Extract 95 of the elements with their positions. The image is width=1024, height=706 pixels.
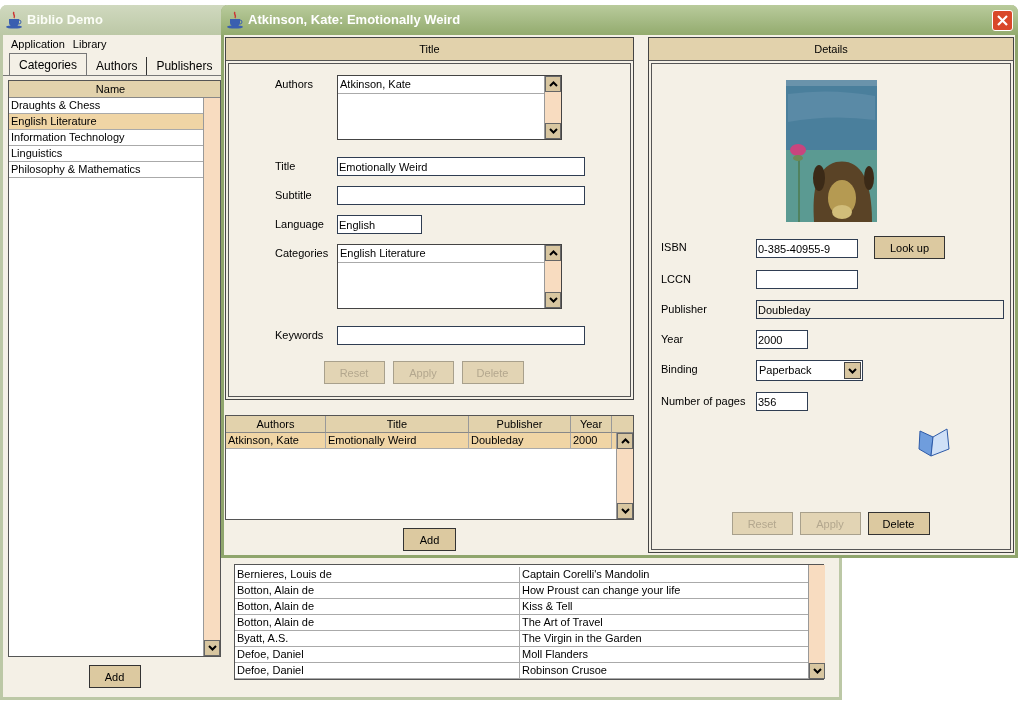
table-row[interactable]: Philosophy & Mathematics	[9, 162, 203, 178]
chevron-down-icon	[620, 508, 630, 514]
text-field[interactable]: 2000	[756, 330, 808, 349]
window-title: Atkinson, Kate: Emotionally Weird	[248, 12, 461, 28]
list-item[interactable]: Atkinson, Kate	[338, 76, 544, 94]
panel-heading: Details	[649, 38, 1013, 61]
scrollbar[interactable]	[544, 245, 561, 308]
text-field[interactable]: English	[337, 215, 422, 234]
column-header: Year	[571, 416, 612, 433]
table-row[interactable]: Information Technology	[9, 130, 203, 146]
window-title: Biblio Demo	[27, 12, 103, 28]
table-cell: Defoe, Daniel	[235, 647, 520, 663]
text-field[interactable]: Doubleday	[756, 300, 1004, 319]
table-cell: Robinson Crusoe	[520, 663, 808, 679]
column-header: Name	[9, 81, 212, 98]
table-cell: Emotionally Weird	[326, 433, 469, 449]
panel-heading: Title	[226, 38, 633, 61]
column-header: Publisher	[469, 416, 571, 433]
chevron-down-icon	[812, 668, 822, 674]
table-row[interactable]: Linguistics	[9, 146, 203, 162]
text-field[interactable]	[756, 270, 858, 289]
text-field[interactable]	[337, 186, 585, 205]
header-corner	[612, 416, 633, 433]
tab[interactable]: Authors	[87, 57, 148, 75]
table-row[interactable]: English Literature	[9, 114, 203, 130]
scroll-up-button[interactable]	[545, 245, 561, 261]
list-box[interactable]: English Literature	[337, 244, 562, 309]
chevron-down-icon	[848, 367, 857, 374]
scrollbar[interactable]	[203, 98, 220, 656]
cup-icon	[5, 11, 23, 29]
chevron-down-icon	[207, 645, 217, 651]
menu-item[interactable]: Library	[72, 38, 107, 50]
text-field[interactable]: 356	[756, 392, 808, 411]
chevron-down-icon	[548, 128, 558, 134]
scrollbar[interactable]	[616, 433, 633, 519]
field-label: Subtitle	[275, 188, 313, 203]
dropdown-button[interactable]	[844, 362, 861, 379]
table-cell: The Art of Travel	[520, 615, 808, 631]
field-label: Number of pages	[661, 394, 747, 409]
table-cell: Botton, Alain de	[235, 583, 520, 599]
menu-item[interactable]: Application	[11, 38, 65, 50]
column-header: Title	[326, 416, 469, 433]
list-item[interactable]: English Literature	[338, 245, 544, 263]
table-cell: Botton, Alain de	[235, 615, 520, 631]
header-corner	[212, 81, 220, 98]
scroll-down-button[interactable]	[545, 292, 561, 308]
tab[interactable]: Categories	[9, 53, 88, 75]
scrollbar[interactable]	[544, 76, 561, 139]
field-label: ISBN	[661, 240, 688, 255]
table-cell: Bernieres, Louis de	[235, 567, 520, 583]
field-label: Binding	[661, 362, 699, 377]
field-label: Title	[275, 159, 297, 174]
table-cell: Captain Corelli's Mandolin	[520, 567, 808, 583]
close-icon	[997, 14, 1008, 26]
field-label: Authors	[275, 77, 314, 92]
add-button[interactable]: Add	[88, 665, 141, 688]
field-label: Language	[275, 217, 325, 232]
table-cell: Defoe, Daniel	[235, 663, 520, 679]
add-button[interactable]: Add	[403, 528, 456, 551]
field-label: Keywords	[275, 328, 325, 343]
chevron-up-icon	[548, 250, 558, 256]
table-cell: Atkinson, Kate	[226, 433, 326, 449]
field-label: Publisher	[661, 302, 708, 317]
field-label: LCCN	[661, 272, 692, 287]
chevron-up-icon	[548, 81, 558, 87]
scroll-up-button[interactable]	[545, 76, 561, 92]
book-icon	[917, 427, 951, 458]
chevron-up-icon	[620, 438, 630, 444]
table-cell: How Proust can change your life	[520, 583, 808, 599]
field-label: Categories	[275, 246, 330, 261]
text-field[interactable]: Emotionally Weird	[337, 157, 585, 176]
list-box[interactable]: Atkinson, Kate	[337, 75, 562, 140]
text-field[interactable]: 0-385-40955-9	[756, 239, 858, 258]
text-field[interactable]	[337, 326, 585, 345]
scroll-down-button[interactable]	[809, 663, 825, 679]
table-cell: Moll Flanders	[520, 647, 808, 663]
chevron-down-icon	[548, 297, 558, 303]
table-cell: The Virgin in the Garden	[520, 631, 808, 647]
cup-icon	[226, 11, 244, 29]
scroll-down-button[interactable]	[617, 503, 633, 519]
table-cell: Doubleday	[469, 433, 571, 449]
table-cell: Botton, Alain de	[235, 599, 520, 615]
button[interactable]: Delete	[867, 512, 930, 535]
scrollbar[interactable]	[808, 565, 825, 679]
table-cell: Byatt, A.S.	[235, 631, 520, 647]
field-label: Year	[661, 332, 685, 347]
close-button[interactable]	[992, 9, 1013, 31]
scroll-down-button[interactable]	[545, 123, 561, 139]
column-header: Authors	[226, 416, 326, 433]
table-cell: 2000	[571, 433, 612, 449]
scroll-up-button[interactable]	[617, 433, 633, 449]
look-up-button[interactable]: Look up	[874, 236, 945, 259]
scroll-down-button[interactable]	[204, 640, 220, 656]
table-cell: Kiss & Tell	[520, 599, 808, 615]
dropdown[interactable]: Paperback	[756, 360, 863, 381]
